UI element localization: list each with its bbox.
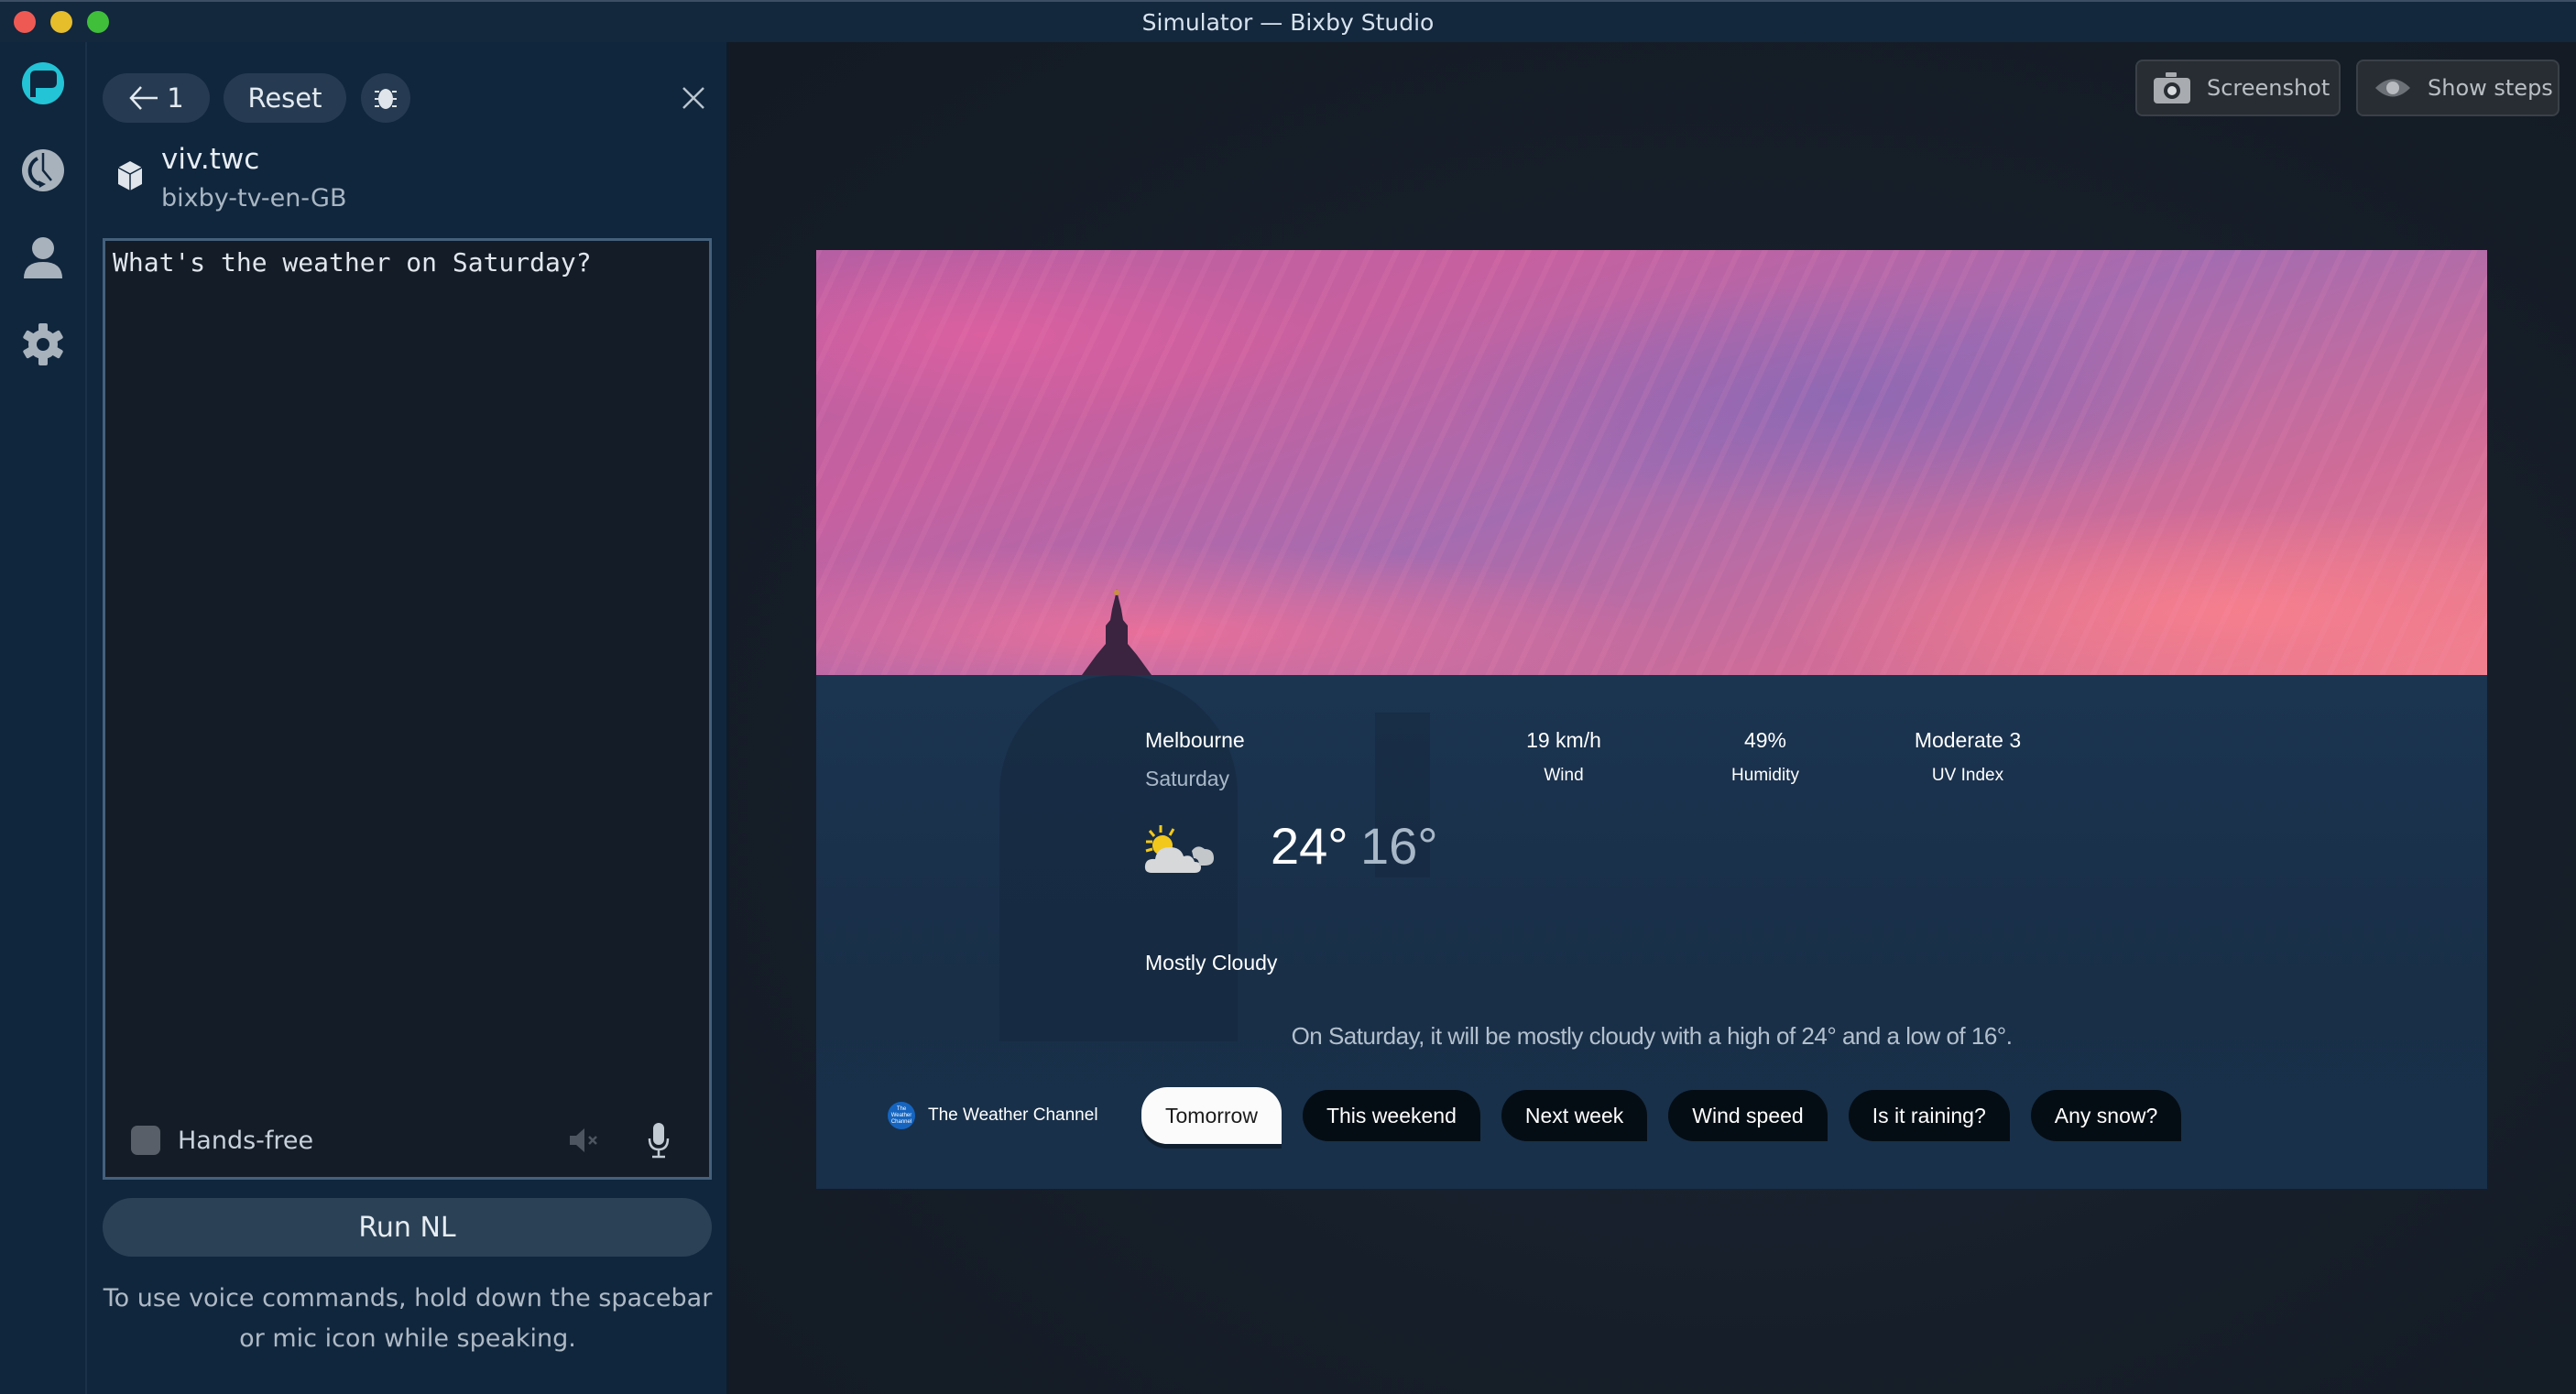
settings-icon (23, 323, 63, 365)
sidebar-item-bixby[interactable] (20, 60, 66, 106)
capsule-name: viv.twc (161, 143, 260, 176)
nl-utterance-input[interactable]: What's the weather on Saturday? (113, 245, 702, 1087)
stat-label: Wind (1544, 766, 1584, 785)
stat-value: 19 km/h (1526, 728, 1601, 752)
back-button[interactable]: 1 (103, 73, 210, 123)
back-count: 1 (167, 82, 184, 114)
source-name: The Weather Channel (928, 1105, 1098, 1125)
simulator-viewport: Screenshot Show steps Melbourne Saturday (730, 42, 2576, 1394)
chip-is-it-raining[interactable]: Is it raining? (1848, 1090, 2010, 1141)
screenshot-label: Screenshot (2207, 75, 2330, 101)
bixby-logo-icon (22, 62, 64, 104)
eye-icon (2375, 79, 2410, 97)
show-steps-label: Show steps (2428, 75, 2553, 101)
microphone-icon[interactable] (647, 1122, 671, 1159)
stat-label: UV Index (1931, 766, 2004, 785)
sidebar-item-settings[interactable] (20, 321, 66, 367)
stat-value: Moderate 3 (1914, 728, 2022, 752)
history-icon (22, 149, 64, 191)
weather-result-card: Melbourne Saturday 24° 16° Mostly Cloudy… (816, 250, 2487, 1189)
hands-free-checkbox[interactable] (131, 1126, 160, 1155)
cathedral-spire-silhouette (1082, 589, 1152, 675)
simulator-input-panel: 1 Reset viv.twc bixby-tv-en-GB What's th… (87, 42, 728, 1394)
chip-any-snow[interactable]: Any snow? (2030, 1090, 2182, 1141)
window-title: Simulator — Bixby Studio (1141, 9, 1435, 36)
stat-value: 49% (1743, 728, 1787, 752)
weather-city: Melbourne (1145, 728, 1245, 752)
sky-hero-image (816, 250, 2487, 675)
capsule-target: bixby-tv-en-GB (161, 184, 347, 212)
speaker-muted-icon[interactable] (568, 1126, 601, 1155)
sidebar (0, 42, 87, 1394)
title-bar: Simulator — Bixby Studio (0, 0, 2576, 42)
follow-up-chips: Tomorrow This weekend Next week Wind spe… (1141, 1087, 2182, 1144)
weather-condition: Mostly Cloudy (1145, 951, 1278, 975)
stat-humidity: 49% Humidity (1674, 728, 1857, 786)
nl-input-box: What's the weather on Saturday? Hands-fr… (103, 238, 712, 1180)
chip-next-week[interactable]: Next week (1501, 1090, 1648, 1141)
reset-button[interactable]: Reset (224, 73, 346, 123)
stat-label: Humidity (1731, 766, 1799, 785)
weather-summary: On Saturday, it will be mostly cloudy wi… (1291, 1022, 2013, 1050)
capsule-cube-icon (117, 161, 143, 191)
run-nl-button[interactable]: Run NL (103, 1198, 712, 1257)
chip-this-weekend[interactable]: This weekend (1302, 1090, 1480, 1141)
twc-logo-icon: The Weather Channel (888, 1102, 915, 1129)
show-steps-button[interactable]: Show steps (2356, 60, 2560, 116)
debug-button[interactable] (361, 73, 410, 123)
stat-uv-index: Moderate 3 UV Index (1876, 728, 2059, 786)
camera-icon (2154, 72, 2190, 103)
temperature-high: 24° (1271, 817, 1348, 875)
hands-free-row: Hands-free (131, 1122, 683, 1159)
partly-cloudy-icon (1144, 825, 1214, 873)
temperature-low: 16° (1360, 817, 1438, 875)
weather-day: Saturday (1145, 767, 1230, 790)
hands-free-label: Hands-free (178, 1126, 314, 1155)
close-icon[interactable] (678, 82, 709, 114)
sidebar-item-user[interactable] (20, 234, 66, 280)
screenshot-button[interactable]: Screenshot (2135, 60, 2341, 116)
bug-icon (375, 89, 397, 109)
stat-wind: 19 km/h Wind (1472, 728, 1655, 786)
sidebar-item-history[interactable] (20, 147, 66, 193)
chip-wind-speed[interactable]: Wind speed (1668, 1090, 1828, 1141)
user-icon (24, 237, 62, 278)
arrow-left-icon (129, 86, 158, 110)
weather-source: The Weather Channel The Weather Channel (888, 1102, 1098, 1129)
voice-help-text: To use voice commands, hold down the spa… (103, 1284, 713, 1353)
chip-tomorrow[interactable]: Tomorrow (1141, 1087, 1282, 1144)
